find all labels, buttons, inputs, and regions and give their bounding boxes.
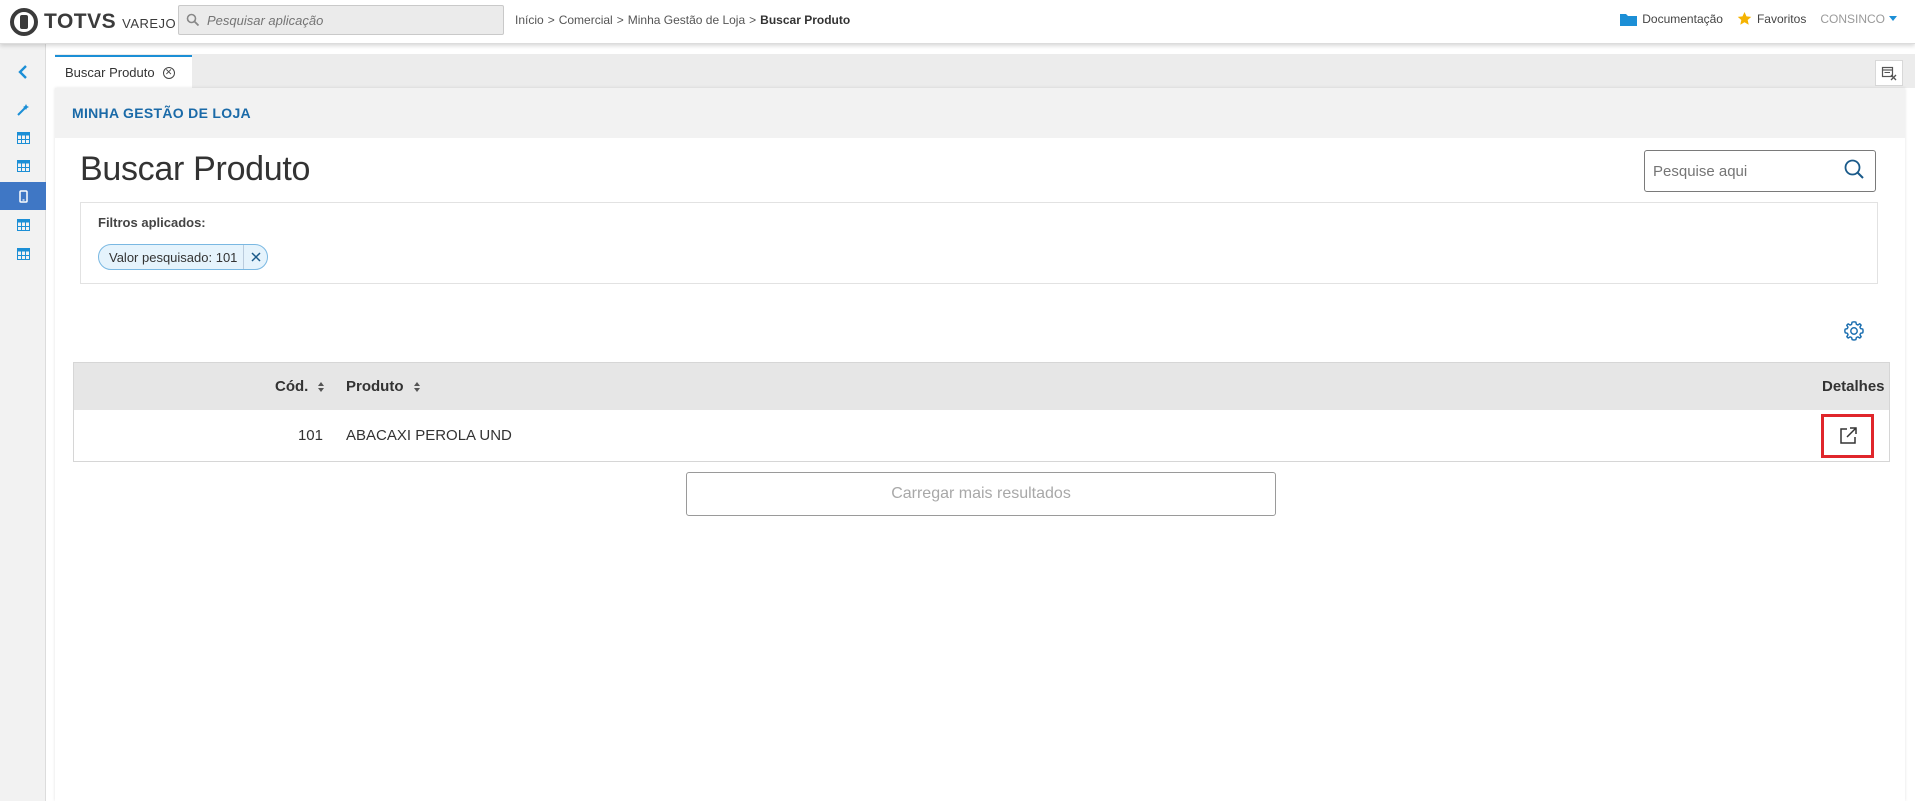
sort-icon <box>318 381 325 392</box>
sidebar-item-table-1[interactable] <box>0 124 46 152</box>
top-header: TOTVS VAREJO Início>Comercial>Minha Gest… <box>0 0 1915 44</box>
breadcrumb: Início > Comercial > Minha Gestão de Loja > Bu… <box>515 13 850 27</box>
filter-chip-label: Valor pesquisado: 101 <box>109 249 238 265</box>
search-icon[interactable] <box>1843 158 1865 185</box>
app-search-input[interactable] <box>207 12 487 28</box>
tab-buscar-produto[interactable]: Buscar Produto ✕ <box>55 55 192 88</box>
totvs-logo-icon <box>10 8 38 36</box>
logo-text: TOTVS <box>44 10 117 33</box>
sidebar-item-table-4[interactable] <box>0 240 46 268</box>
table-icon <box>16 160 30 172</box>
app-search-box <box>178 5 504 35</box>
remove-filter-icon[interactable] <box>243 245 267 269</box>
quick-search-input[interactable] <box>1653 162 1843 180</box>
column-header-label: Cód. <box>275 378 309 395</box>
open-details-button[interactable] <box>1821 414 1874 458</box>
chevron-left-icon <box>18 65 27 79</box>
breadcrumb-separator: > <box>616 13 624 27</box>
collapse-sidebar-button[interactable] <box>0 58 46 86</box>
column-header-produto[interactable]: Produto <box>346 363 420 410</box>
breadcrumb-separator: > <box>547 13 555 27</box>
favorites-link[interactable]: Favoritos <box>1737 11 1806 26</box>
main-content: MINHA GESTÃO DE LOJA Buscar Produto Filt… <box>55 88 1905 801</box>
load-more-button[interactable]: Carregar mais resultados <box>686 472 1276 516</box>
gear-icon <box>1844 321 1864 341</box>
external-link-icon <box>1839 427 1857 444</box>
search-icon <box>179 13 207 27</box>
column-header-label: Detalhes <box>1822 378 1885 395</box>
breadcrumb-separator: > <box>749 13 757 27</box>
module-bar: MINHA GESTÃO DE LOJA <box>55 88 1905 138</box>
close-windows-icon <box>1881 66 1897 81</box>
tab-strip: Buscar Produto ✕ <box>55 54 1915 88</box>
table-header: Cód. Produto Detalhes <box>74 363 1889 410</box>
column-header-label: Produto <box>346 378 404 395</box>
cell-codigo: 101 <box>297 427 323 444</box>
sort-icon <box>413 381 420 392</box>
user-menu[interactable]: CONSINCO <box>1820 12 1897 26</box>
page-title: Buscar Produto <box>80 150 311 188</box>
cell-produto: ABACAXI PEROLA UND <box>346 427 512 444</box>
table-settings-button[interactable] <box>1841 318 1867 344</box>
sidebar-item-table-3[interactable] <box>0 211 46 239</box>
documentation-link[interactable]: Documentação <box>1620 12 1723 26</box>
mobile-phone-icon <box>18 189 28 203</box>
filter-chip: Valor pesquisado: 101 <box>98 244 269 270</box>
breadcrumb-item-current: Buscar Produto <box>760 13 851 27</box>
table-icon <box>16 219 30 231</box>
close-tab-icon[interactable]: ✕ <box>162 66 175 79</box>
applied-filters-panel: Filtros aplicados: Valor pesquisado: 101 <box>80 202 1878 284</box>
column-header-detalhes: Detalhes <box>1822 363 1885 410</box>
table-icon <box>16 248 30 260</box>
table-icon <box>16 132 30 144</box>
favorites-label: Favoritos <box>1756 11 1807 26</box>
close-all-tabs-button[interactable] <box>1875 60 1903 86</box>
header-actions: Documentação Favoritos CONSINCO <box>1620 11 1897 26</box>
totvs-logo[interactable]: TOTVS VAREJO <box>10 8 176 36</box>
breadcrumb-item-comercial[interactable]: Comercial <box>559 13 613 27</box>
wand-icon <box>17 104 29 116</box>
sidebar-item-tools[interactable] <box>0 96 46 124</box>
caret-down-icon <box>1889 16 1897 21</box>
breadcrumb-item-inicio[interactable]: Início <box>515 13 544 27</box>
sidebar-item-table-2[interactable] <box>0 152 46 180</box>
logo-subtitle: VAREJO <box>122 16 177 31</box>
sidebar-item-mobile[interactable] <box>0 182 46 210</box>
breadcrumb-item-minha-gestao[interactable]: Minha Gestão de Loja <box>628 13 745 27</box>
left-sidebar <box>0 44 46 801</box>
results-table: Cód. Produto Detalhes 101 ABACAXI PEROLA… <box>73 362 1890 462</box>
quick-search-box <box>1644 150 1876 192</box>
module-title: MINHA GESTÃO DE LOJA <box>72 105 251 121</box>
tab-label: Buscar Produto <box>65 65 155 80</box>
documentation-label: Documentação <box>1642 11 1723 26</box>
column-header-codigo[interactable]: Cód. <box>275 363 325 410</box>
folder-icon <box>1620 13 1638 26</box>
user-name: CONSINCO <box>1820 11 1885 26</box>
star-icon <box>1737 11 1752 25</box>
table-row[interactable]: 101 ABACAXI PEROLA UND <box>74 410 1889 461</box>
filters-label: Filtros aplicados: <box>98 215 206 230</box>
